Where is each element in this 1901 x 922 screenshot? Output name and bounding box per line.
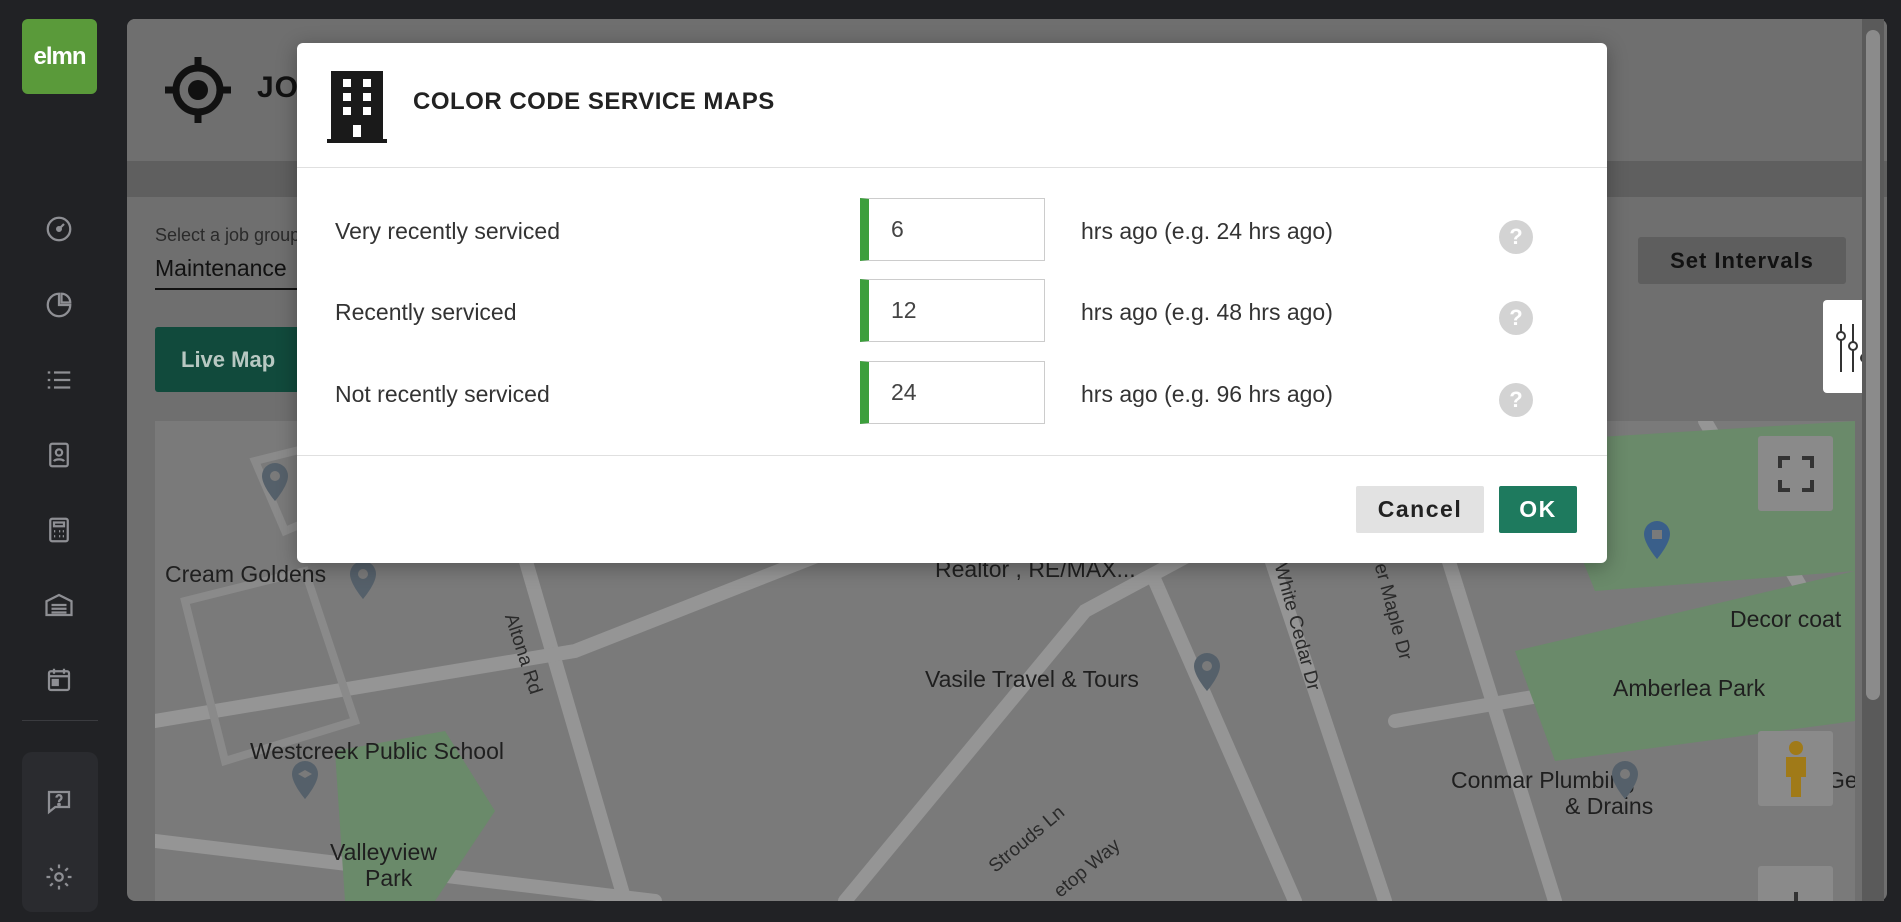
contact-card-icon[interactable] <box>42 438 76 472</box>
street-view-button[interactable] <box>1758 731 1833 806</box>
calculator-icon[interactable] <box>42 513 76 547</box>
place-label[interactable]: Vasile Travel & Tours <box>925 666 1139 693</box>
page-title: JO <box>257 71 300 104</box>
modal-header: COLOR CODE SERVICE MAPS <box>297 43 1607 168</box>
place-label[interactable]: Park <box>365 865 412 892</box>
fullscreen-icon <box>1777 455 1814 492</box>
help-icon[interactable]: ? <box>1499 220 1533 254</box>
pie-chart-icon[interactable] <box>42 288 76 322</box>
dashboard-gauge-icon[interactable] <box>42 212 76 246</box>
live-map-button[interactable]: Live Map <box>155 327 315 392</box>
shopping-pin-icon[interactable] <box>1643 521 1671 559</box>
interval-row-very-recent: Very recently serviced hrs ago (e.g. 24 … <box>297 198 1607 262</box>
gear-icon[interactable] <box>42 860 76 894</box>
interval-label: Not recently serviced <box>335 381 550 407</box>
zoom-in-button[interactable] <box>1758 866 1833 901</box>
interval-suffix: hrs ago (e.g. 96 hrs ago) <box>1081 381 1333 407</box>
map-pin-icon[interactable] <box>1193 653 1221 691</box>
modal-footer-divider <box>297 455 1607 456</box>
map-pin-icon[interactable] <box>1611 761 1639 799</box>
help-icon[interactable]: ? <box>1499 301 1533 335</box>
help-icon[interactable]: ? <box>1499 383 1533 417</box>
place-label[interactable]: Decor coat <box>1730 606 1841 633</box>
set-intervals-button[interactable]: Set Intervals <box>1638 237 1846 284</box>
interval-label: Recently serviced <box>335 299 517 325</box>
very-recent-hours-input[interactable] <box>860 198 1045 261</box>
sidebar-divider <box>22 720 98 721</box>
interval-suffix: hrs ago (e.g. 24 hrs ago) <box>1081 218 1333 244</box>
building-icon <box>327 71 387 143</box>
ok-button[interactable]: OK <box>1499 486 1577 533</box>
map-pin-icon[interactable] <box>261 463 289 501</box>
brand-logo[interactable]: elmn <box>22 19 97 94</box>
place-label[interactable]: & Drains <box>1565 793 1653 820</box>
interval-suffix: hrs ago (e.g. 48 hrs ago) <box>1081 299 1333 325</box>
list-icon[interactable] <box>42 363 76 397</box>
place-label[interactable]: Conmar Plumbing <box>1451 767 1635 794</box>
place-label[interactable]: Westcreek Public School <box>250 738 504 765</box>
map-pin-icon[interactable] <box>349 561 377 599</box>
job-group-select[interactable]: Maintenance <box>155 255 315 290</box>
interval-label: Very recently serviced <box>335 218 560 244</box>
help-chat-icon[interactable] <box>42 785 76 819</box>
target-crosshair-icon <box>165 57 231 123</box>
scrollbar-thumb[interactable] <box>1866 30 1880 700</box>
plus-icon <box>1793 891 1798 901</box>
interval-row-not-recent: Not recently serviced hrs ago (e.g. 96 h… <box>297 361 1607 425</box>
fullscreen-button[interactable] <box>1758 436 1833 511</box>
school-pin-icon[interactable] <box>291 761 319 799</box>
color-code-modal: COLOR CODE SERVICE MAPS Very recently se… <box>297 43 1607 563</box>
not-recent-hours-input[interactable] <box>860 361 1045 424</box>
sidebar: elmn <box>0 0 120 922</box>
calendar-icon[interactable] <box>42 663 76 697</box>
modal-title: COLOR CODE SERVICE MAPS <box>413 88 775 115</box>
job-group-label: Select a job group <box>155 225 301 245</box>
recent-hours-input[interactable] <box>860 279 1045 342</box>
place-label[interactable]: Valleyview <box>330 839 437 866</box>
garage-icon[interactable] <box>42 588 76 622</box>
cancel-button[interactable]: Cancel <box>1356 486 1484 533</box>
place-label[interactable]: Cream Goldens <box>165 561 326 588</box>
interval-row-recent: Recently serviced hrs ago (e.g. 48 hrs a… <box>297 279 1607 343</box>
place-label[interactable]: Amberlea Park <box>1613 675 1765 702</box>
pegman-icon <box>1785 740 1806 797</box>
